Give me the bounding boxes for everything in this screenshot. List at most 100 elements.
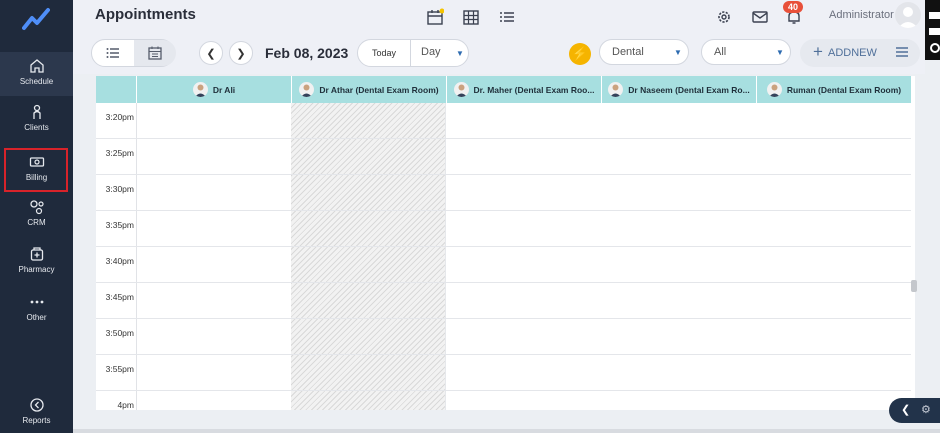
today-day-group: Today Day ▼ [357,39,469,67]
floating-panel-toggle[interactable]: ❮ ⚙ [889,398,940,423]
today-button[interactable]: Today [358,40,411,66]
time-slot-row[interactable]: 3:35pm [96,211,911,247]
sidebar-item-label: Other [26,313,47,322]
calendar-header: Dr Ali Dr Athar (Dental Exam Room) Dr. M… [96,76,911,103]
sidebar-item-label: Schedule [19,77,54,86]
time-label: 3:30pm [105,184,134,194]
crm-icon [29,200,44,215]
doctor-avatar-icon [453,82,469,97]
time-label: 3:40pm [105,256,134,266]
view-select[interactable]: Day [421,46,441,58]
time-slot-row[interactable]: 3:55pm [96,355,911,391]
time-slot-row[interactable]: 3:20pm [96,103,911,139]
top-header: Appointments 40 Administrator [73,0,925,32]
sidebar-item-label: Clients [24,123,49,132]
time-label: 3:45pm [105,292,134,302]
doctor-avatar-icon [192,82,208,97]
logo-icon [22,8,50,30]
doctor-avatar-icon [766,82,782,97]
department-select[interactable]: Dental ▼ [599,39,689,65]
time-label: 3:35pm [105,220,134,230]
time-slot-row[interactable]: 3:25pm [96,139,911,175]
user-avatar-icon [898,7,918,28]
time-slot-row[interactable]: 3:50pm [96,319,911,355]
time-label: 3:20pm [105,112,134,122]
column-header-label: Dr. Maher (Dental Exam Roo... [473,84,595,95]
grid-icon[interactable] [462,8,480,26]
sidebar-item-reports[interactable]: Reports [0,397,73,433]
person-icon [32,104,41,119]
sidebar-item-label: Pharmacy [18,265,55,274]
list-view-button[interactable] [92,40,134,66]
sidebar-item-clients[interactable]: Clients [0,104,73,148]
time-label: 3:25pm [105,148,134,158]
column-header-label: Dr Ali [212,84,236,95]
scrollbar-thumb[interactable] [911,280,917,292]
sidebar-item-label: Reports [22,416,51,425]
notification-badge: 40 [783,1,804,13]
sidebar-item-other[interactable]: Other [0,294,73,338]
chevron-down-icon: ▼ [674,48,682,57]
department-value: Dental [612,46,644,58]
column-header-label: Dr Naseem (Dental Exam Ro... [628,84,750,95]
doctor-avatar-icon [299,82,315,97]
right-edge-panel [925,0,940,60]
user-name[interactable]: Administrator [829,9,894,21]
current-date: Feb 08, 2023 [265,45,349,61]
column-header-dr-ali[interactable]: Dr Ali [136,76,291,103]
time-slot-row[interactable]: 3:45pm [96,283,911,319]
column-header-dr-naseem[interactable]: Dr Naseem (Dental Exam Ro... [601,76,756,103]
avatar[interactable] [895,2,921,28]
chevron-left-icon: ❮ [206,47,216,60]
sidebar: Schedule Clients Billing CRM Pharmacy Ot… [0,0,73,433]
reports-icon [29,398,44,412]
pharmacy-icon [30,247,43,261]
list-icon [106,48,119,58]
sidebar-item-schedule[interactable]: Schedule [0,52,73,96]
chevron-down-icon: ▼ [456,49,464,58]
time-slot-row[interactable]: 3:40pm [96,247,911,283]
bottom-edge [73,429,940,433]
sidebar-item-crm[interactable]: CRM [0,199,73,243]
lightning-icon[interactable]: ⚡ [569,43,591,65]
view-toggle [91,39,176,67]
filter-select[interactable]: All ▼ [701,39,791,65]
previous-date-button[interactable]: ❮ [199,41,223,65]
time-slot-row[interactable]: 4pm [96,391,911,410]
time-slot-row[interactable]: 3:30pm [96,175,911,211]
add-new-label: ADDNEW [828,47,877,59]
calendar-icon[interactable] [426,8,444,26]
column-header-dr-maher[interactable]: Dr. Maher (Dental Exam Roo... [446,76,601,103]
gear-icon: ⚙ [921,404,931,416]
column-header-dr-athar[interactable]: Dr Athar (Dental Exam Room) [291,76,446,103]
plus-icon: + [813,42,823,61]
more-icon [30,300,43,304]
list-icon[interactable] [498,8,516,26]
calendar-icon [148,46,162,60]
chevron-right-icon: ❯ [236,47,246,60]
chevron-left-icon: ❮ [901,404,911,416]
settings-icon[interactable] [715,8,733,26]
calendar-grid: Dr Ali Dr Athar (Dental Exam Room) Dr. M… [96,76,915,410]
home-icon [29,59,44,73]
mail-icon[interactable] [751,8,769,26]
next-date-button[interactable]: ❯ [229,41,253,65]
calendar-toolbar: ❮ ❯ Feb 08, 2023 Today Day ▼ ⚡ Dental ▼ … [73,32,925,74]
time-label: 4pm [117,400,134,410]
gear-icon[interactable] [925,0,940,60]
filter-value: All [714,46,727,58]
sidebar-item-label: CRM [27,218,46,227]
column-header-label: Dr Athar (Dental Exam Room) [319,84,439,95]
page-title: Appointments [95,6,196,23]
time-label: 3:50pm [105,328,134,338]
hamburger-menu-icon[interactable] [895,45,909,59]
time-label: 3:55pm [105,364,134,374]
billing-highlight-box [4,148,68,192]
doctor-avatar-icon [608,82,624,97]
column-header-label: Ruman (Dental Exam Room) [786,84,902,95]
chevron-down-icon: ▼ [776,48,784,57]
add-new-button[interactable]: + ADDNEW [800,39,920,67]
calendar-view-button[interactable] [134,40,176,66]
sidebar-item-pharmacy[interactable]: Pharmacy [0,246,73,290]
column-header-ruman[interactable]: Ruman (Dental Exam Room) [756,76,911,103]
